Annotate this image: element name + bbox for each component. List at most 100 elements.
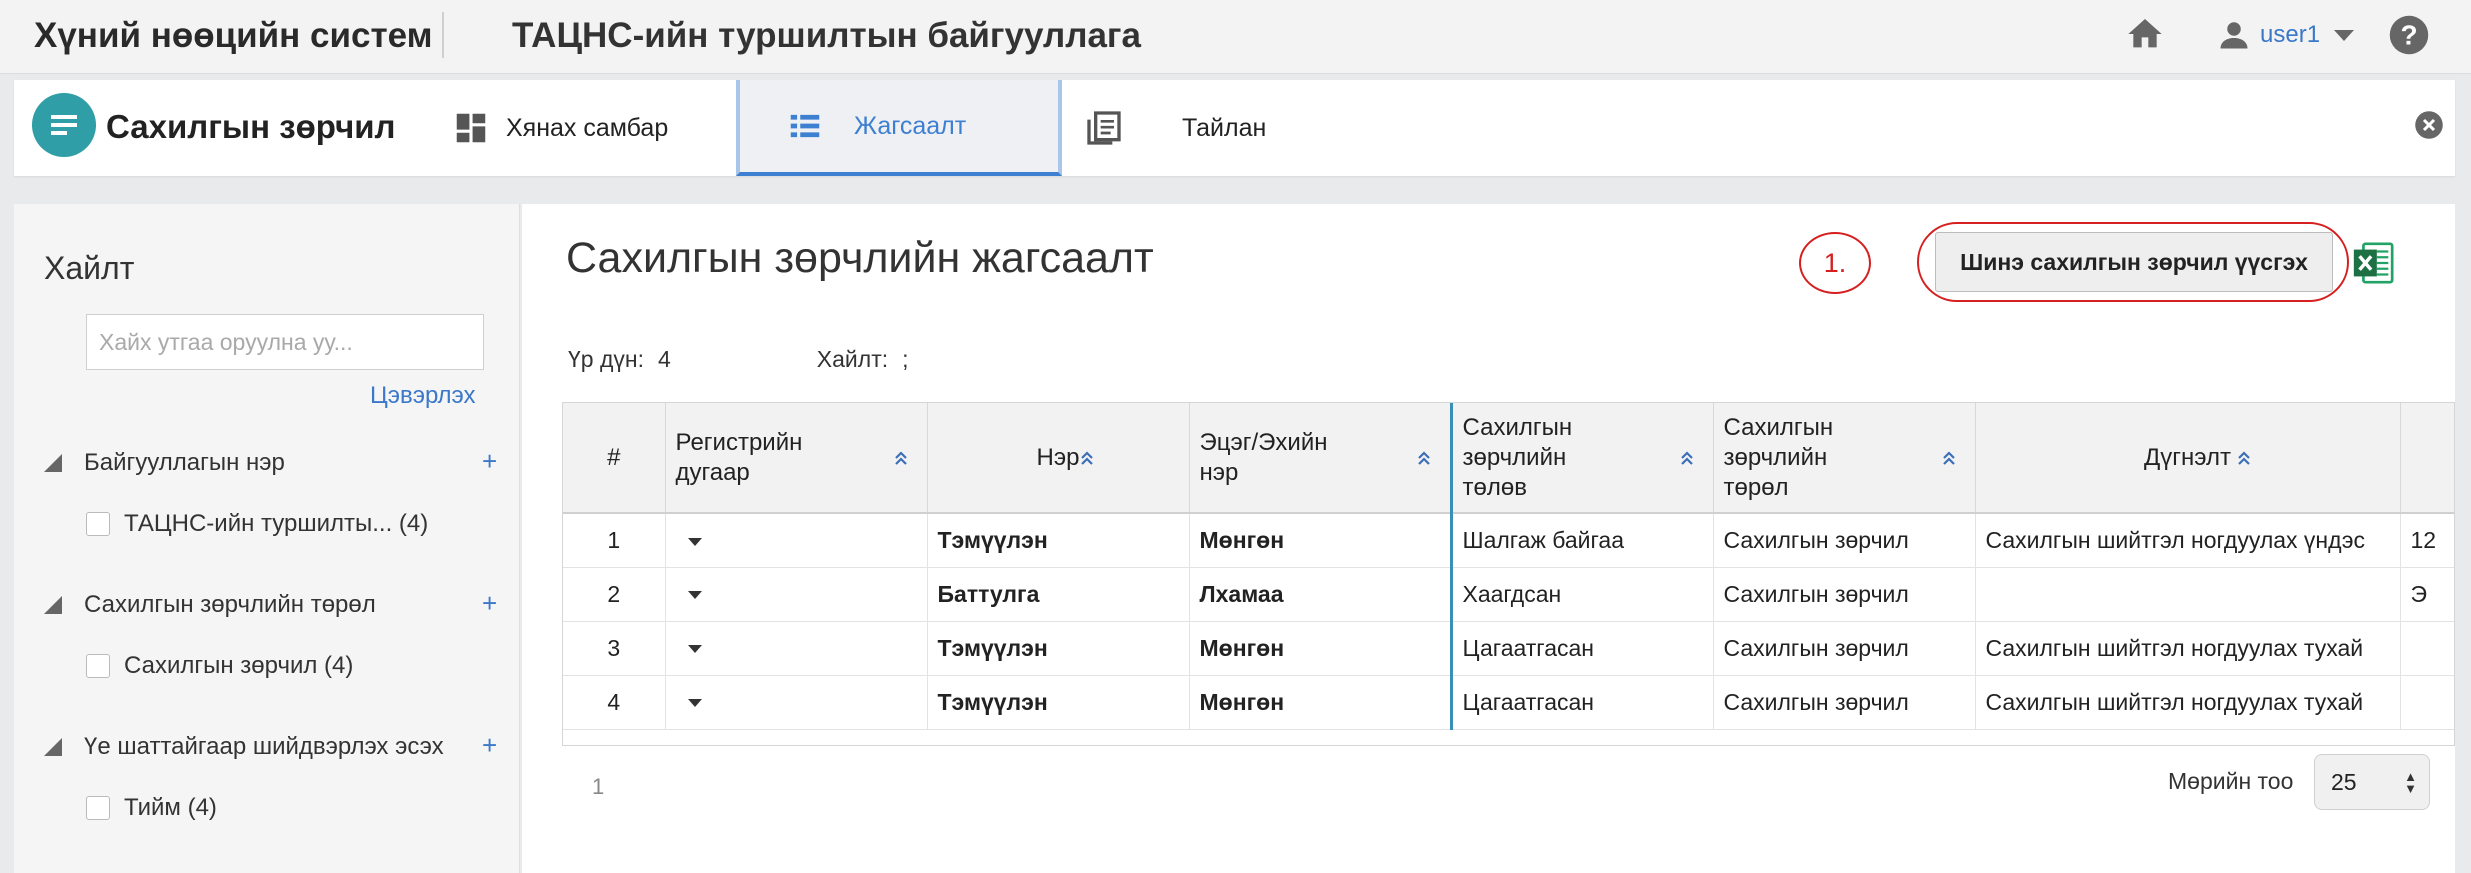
clear-link[interactable]: Цэвэрлэх <box>370 382 476 410</box>
sort-icon[interactable] <box>1941 448 1957 468</box>
column-header-status[interactable]: Сахилгын зөрчлийн төлөв <box>1449 403 1714 514</box>
facet-label: Үе шаттайгаар шийдвэрлэх эсэх <box>84 733 444 760</box>
chevron-down-icon[interactable] <box>687 645 702 654</box>
checkbox[interactable] <box>86 796 110 820</box>
cell-status: Хаагдсан <box>1449 567 1714 622</box>
cell-conclusion: Сахилгын шийтгэл ногдуулах тухай <box>1975 621 2401 676</box>
pagination-page[interactable]: 1 <box>592 774 604 800</box>
cell-register <box>665 513 928 568</box>
cell-parent-name: Мөнгөн <box>1189 675 1452 730</box>
svg-text:?: ? <box>2400 20 2417 51</box>
user-menu[interactable]: user1 <box>2216 14 2355 56</box>
tab-dashboard[interactable]: Хянах самбар <box>452 80 668 176</box>
column-header-type[interactable]: Сахилгын зөрчлийн төрөл <box>1713 403 1976 514</box>
cell-extra <box>2400 621 2454 676</box>
tab-label: Тайлан <box>1182 113 1267 142</box>
facet-stepwise[interactable]: Үе шаттайгаар шийдвэрлэх эсэх <box>44 730 444 764</box>
sort-icon[interactable] <box>893 448 909 468</box>
cell-register <box>665 567 928 622</box>
rows-per-page-select[interactable]: 25 ▲ ▼ <box>2314 754 2430 810</box>
facet-option[interactable]: Сахилгын зөрчил (4) <box>86 650 353 682</box>
close-icon[interactable] <box>2414 110 2444 140</box>
cell-type: Сахилгын зөрчил <box>1713 567 1976 622</box>
column-header-label: Дүгнэлт <box>2144 443 2231 471</box>
cell-name: Тэмүүлэн <box>927 675 1190 730</box>
tab-report[interactable]: Тайлан <box>1084 80 1266 176</box>
facet-label: Сахилгын зөрчлийн төрөл <box>84 591 376 618</box>
cell-name: Баттулга <box>927 567 1190 622</box>
column-header-label: Сахилгын зөрчлийн төлөв <box>1462 413 1573 501</box>
excel-export-icon[interactable] <box>2350 240 2396 286</box>
divider <box>442 12 444 58</box>
search-input[interactable] <box>86 314 484 370</box>
help-icon[interactable]: ? <box>2388 14 2430 56</box>
triangle-icon <box>44 738 62 756</box>
cell-register <box>665 675 928 730</box>
cell-register <box>665 621 928 676</box>
cell-conclusion: Сахилгын шийтгэл ногдуулах тухай <box>1975 675 2401 730</box>
cell-name: Тэмүүлэн <box>927 621 1190 676</box>
sort-icon[interactable] <box>1416 448 1432 468</box>
facet-organization[interactable]: Байгууллагын нэр <box>44 446 285 480</box>
cell-extra: Э <box>2400 567 2454 622</box>
annotation-marker: 1. <box>1799 232 1871 294</box>
chevron-down-icon[interactable] <box>687 591 702 600</box>
cell-name: Тэмүүлэн <box>927 513 1190 568</box>
search-label: Хайлт: <box>816 346 889 372</box>
cell-status: Шалгаж байгаа <box>1449 513 1714 568</box>
main-content: Сахилгын зөрчлийн жагсаалт 1. Шинэ сахил… <box>522 204 2455 873</box>
list-icon <box>790 114 820 138</box>
cell-type: Сахилгын зөрчил <box>1713 675 1976 730</box>
sort-icon[interactable] <box>1679 448 1695 468</box>
table-row[interactable]: 4 Тэмүүлэн Мөнгөн Цагаатгасан Сахилгын з… <box>563 675 2454 730</box>
cell-type: Сахилгын зөрчил <box>1713 621 1976 676</box>
tab-label: Хянах самбар <box>506 113 669 142</box>
chevron-down-icon <box>2334 29 2355 41</box>
cell-parent-name: Мөнгөн <box>1189 621 1452 676</box>
facet-expand-button[interactable]: + <box>482 730 497 761</box>
facet-expand-button[interactable]: + <box>482 446 497 477</box>
table-row[interactable]: 3 Тэмүүлэн Мөнгөн Цагаатгасан Сахилгын з… <box>563 621 2454 676</box>
create-violation-button[interactable]: Шинэ сахилгын зөрчил үүсгэх <box>1935 232 2333 292</box>
page-title: Сахилгын зөрчлийн жагсаалт <box>566 234 1154 282</box>
cell-status: Цагаатгасан <box>1449 675 1714 730</box>
chevron-down-icon[interactable] <box>687 537 702 546</box>
search-sidebar: Хайлт Цэвэрлэх Байгууллагын нэр + ТАЦНС-… <box>14 204 520 873</box>
column-header-parent-name[interactable]: Эцэг/Эхийн нэр <box>1189 403 1452 514</box>
result-label: Үр дүн: <box>568 346 644 372</box>
facet-option[interactable]: ТАЦНС-ийн туршилты... (4) <box>86 508 428 540</box>
module-title: Сахилгын зөрчил <box>106 108 396 145</box>
organization-title: ТАЦНС-ийн туршилтын байгууллага <box>512 16 1141 55</box>
column-header-register[interactable]: Регистрийн дугаар <box>665 403 928 514</box>
module-bar: Сахилгын зөрчил Хянах самбар Жагсаалт Та… <box>14 80 2455 176</box>
checkbox[interactable] <box>86 512 110 536</box>
facet-option[interactable]: Тийм (4) <box>86 792 217 824</box>
column-header-name[interactable]: Нэр <box>927 403 1190 514</box>
search-value: ; <box>902 346 909 372</box>
violations-table: # Регистрийн дугаар Нэр Эцэг/Эхийн нэр С… <box>562 402 2455 746</box>
table-row[interactable]: 1 Тэмүүлэн Мөнгөн Шалгаж байгаа Сахилгын… <box>563 513 2454 568</box>
top-bar: Хүний нөөцийн систем ТАЦНС-ийн туршилтын… <box>0 0 2471 74</box>
sort-icon[interactable] <box>2236 448 2252 468</box>
select-arrows-icon: ▲ ▼ <box>2404 769 2417 796</box>
table-row[interactable]: 2 Баттулга Лхамаа Хаагдсан Сахилгын зөрч… <box>563 567 2454 622</box>
facet-expand-button[interactable]: + <box>482 588 497 619</box>
facet-violation-type[interactable]: Сахилгын зөрчлийн төрөл <box>44 588 376 622</box>
cell-parent-name: Мөнгөн <box>1189 513 1452 568</box>
home-icon[interactable] <box>2124 14 2166 54</box>
column-header-label: Сахилгын зөрчлийн төрөл <box>1723 413 1834 501</box>
cell-parent-name: Лхамаа <box>1189 567 1452 622</box>
sort-icon[interactable] <box>1079 448 1095 468</box>
rows-per-page-label: Мөрийн тоо <box>2168 768 2294 794</box>
result-summary: Үр дүн: 4 Хайлт: ; <box>568 346 909 373</box>
module-logo-icon <box>32 93 96 157</box>
result-count: 4 <box>658 346 671 372</box>
chevron-down-icon[interactable] <box>687 699 702 708</box>
checkbox[interactable] <box>86 654 110 678</box>
column-header-conclusion[interactable]: Дүгнэлт <box>1975 403 2401 514</box>
tab-label: Жагсаалт <box>854 111 967 140</box>
tab-list[interactable]: Жагсаалт <box>736 80 1062 176</box>
sidebar-title: Хайлт <box>44 250 135 286</box>
user-name: user1 <box>2260 21 2321 48</box>
cell-conclusion: Сахилгын шийтгэл ногдуулах үндэс <box>1975 513 2401 568</box>
